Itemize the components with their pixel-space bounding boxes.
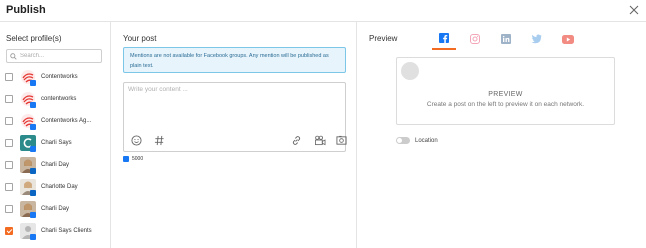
tab-facebook[interactable] (432, 30, 456, 50)
hashtag-icon[interactable] (153, 134, 165, 146)
search-icon (10, 47, 17, 65)
profile-name: contentworks (41, 96, 77, 102)
profile-name: Contentworks Ag... (41, 118, 92, 124)
tab-instagram[interactable] (463, 30, 487, 50)
profile-name: Contentworks (41, 74, 78, 80)
profile-name: Charli Says (41, 140, 72, 146)
linkedin-icon (501, 31, 511, 49)
instagram-icon (470, 31, 480, 49)
profile-name: Charli Day (41, 206, 70, 212)
profile-name: Charli Says Clients (41, 228, 92, 234)
dialog-title: Publish (6, 4, 46, 16)
character-count: 5000 (132, 156, 144, 162)
profile-checkbox[interactable] (5, 95, 13, 103)
facebook-badge-icon (30, 212, 36, 218)
tab-youtube[interactable] (556, 30, 580, 50)
mentions-notice: Mentions are not available for Facebook … (123, 47, 346, 73)
video-icon[interactable] (314, 134, 326, 146)
profile-row[interactable]: Charli Says (0, 133, 111, 153)
profile-row[interactable]: contentworks (0, 89, 111, 109)
facebook-badge-icon (30, 124, 36, 130)
facebook-icon (439, 30, 449, 48)
profile-name: Charlotte Day (41, 184, 78, 190)
character-counter: 5000 (123, 156, 143, 162)
close-icon[interactable] (626, 2, 642, 18)
facebook-icon (123, 156, 129, 162)
preview-placeholder-title: PREVIEW (488, 91, 523, 98)
post-composer-panel: Your post Mentions are not available for… (111, 22, 357, 248)
profile-checkbox[interactable] (5, 117, 13, 125)
profile-name: Charli Day (41, 162, 70, 168)
preview-panel: Preview PREVIEW Create a post on the lef… (357, 22, 646, 248)
profile-row[interactable]: Charli Day (0, 199, 111, 219)
preview-placeholder-subtitle: Create a post on the left to preview it … (426, 101, 585, 108)
tab-twitter[interactable] (524, 30, 548, 50)
emoji-icon[interactable] (130, 134, 142, 146)
linkedin-badge-icon (30, 190, 36, 196)
post-content-input[interactable] (128, 86, 340, 126)
tab-linkedin[interactable] (494, 30, 518, 50)
profile-checkbox[interactable] (5, 227, 13, 235)
profile-row[interactable]: Charli Says Clients (0, 221, 111, 241)
location-toggle[interactable] (396, 137, 410, 144)
profile-selector-title: Select profile(s) (6, 34, 62, 43)
facebook-badge-icon (30, 146, 36, 152)
profile-checkbox[interactable] (5, 183, 13, 191)
location-toggle-row: Location (396, 137, 438, 144)
profile-row[interactable]: Charlotte Day (0, 177, 111, 197)
profile-selector-panel: Select profile(s) Contentworks contentwo… (0, 22, 111, 248)
dialog-header: Publish (0, 0, 646, 22)
linkedin-badge-icon (30, 168, 36, 174)
link-icon[interactable] (290, 134, 302, 146)
location-label: Location (415, 137, 438, 144)
facebook-badge-icon (30, 80, 36, 86)
profile-checkbox[interactable] (5, 205, 13, 213)
profile-checkbox[interactable] (5, 139, 13, 147)
profile-row[interactable]: Charli Day (0, 155, 111, 175)
facebook-badge-icon (30, 234, 36, 240)
search-input[interactable] (20, 53, 100, 59)
facebook-badge-icon (30, 102, 36, 108)
profile-row[interactable]: Contentworks (0, 67, 111, 87)
post-preview-card: PREVIEW Create a post on the left to pre… (396, 57, 615, 125)
profile-checkbox[interactable] (5, 161, 13, 169)
composer-title: Your post (123, 34, 157, 43)
profile-row[interactable]: Contentworks Ag... (0, 111, 111, 131)
youtube-icon (562, 31, 574, 49)
profile-checkbox[interactable] (5, 73, 13, 81)
image-icon[interactable] (335, 134, 347, 146)
preview-avatar-placeholder (401, 62, 419, 80)
profile-search[interactable] (6, 49, 102, 63)
preview-title: Preview (369, 34, 398, 43)
twitter-icon (531, 31, 542, 49)
post-editor[interactable] (123, 82, 347, 152)
